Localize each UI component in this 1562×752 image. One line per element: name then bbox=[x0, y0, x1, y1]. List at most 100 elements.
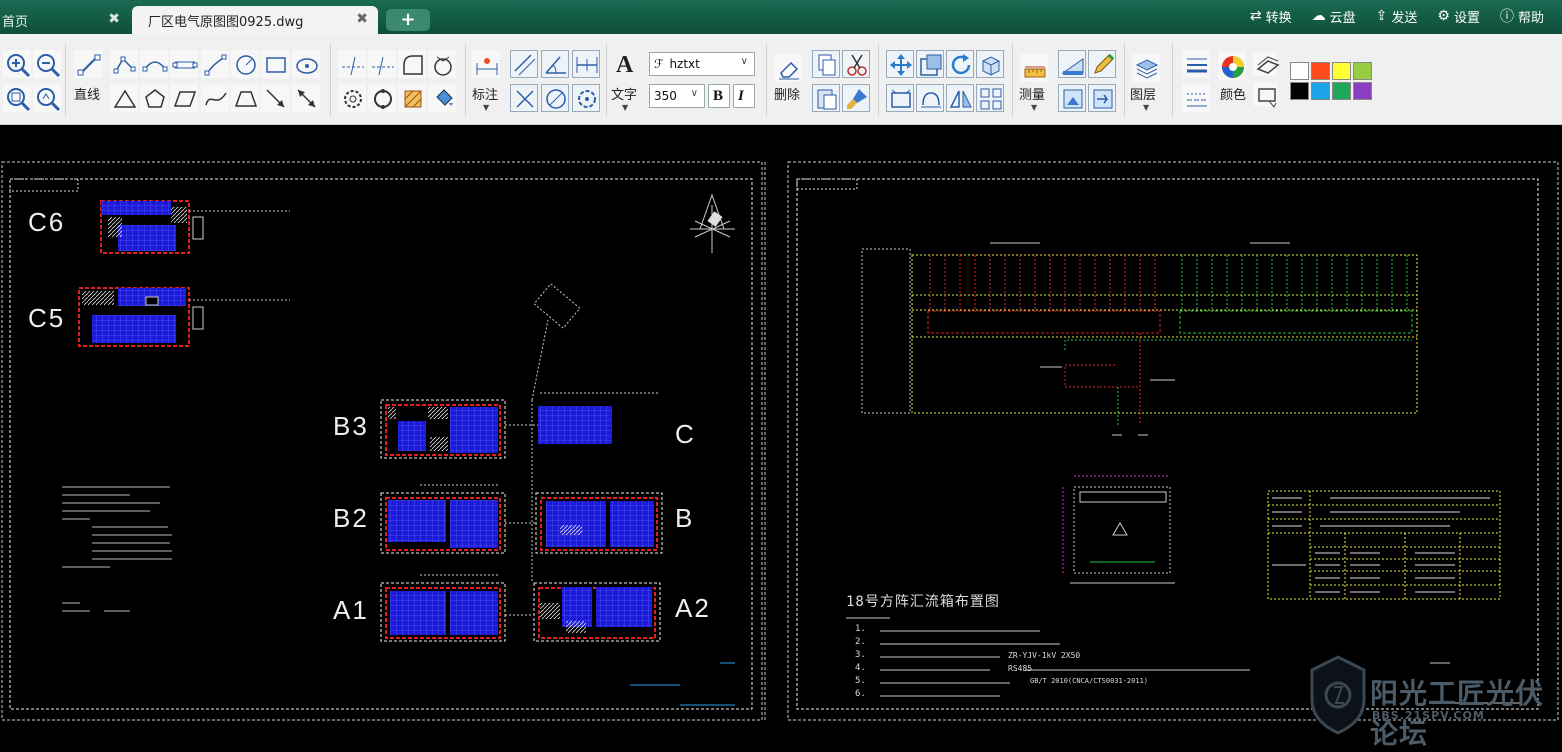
freehand-button[interactable] bbox=[201, 84, 229, 112]
new-tab-button[interactable]: + bbox=[386, 9, 430, 31]
mirror-button[interactable] bbox=[946, 84, 974, 112]
scale-button[interactable] bbox=[916, 50, 944, 78]
parallelogram-button[interactable] bbox=[170, 84, 198, 112]
chevron-down-icon[interactable]: ▼ bbox=[1031, 103, 1037, 112]
help-button[interactable]: ⓘ 帮助 bbox=[1500, 6, 1544, 26]
paste-button[interactable] bbox=[812, 84, 840, 112]
color-swatch-blue[interactable] bbox=[1311, 82, 1330, 100]
font-value: hztxt bbox=[669, 57, 700, 71]
linear-dimension-button[interactable] bbox=[572, 50, 600, 78]
mirror-icon bbox=[949, 90, 972, 108]
3d-view-button[interactable] bbox=[976, 50, 1004, 78]
zoom-in-button[interactable] bbox=[3, 50, 31, 78]
zoom-window-button[interactable] bbox=[33, 84, 61, 112]
color-swatch-white[interactable] bbox=[1290, 62, 1309, 80]
color-swatch-darkgreen[interactable] bbox=[1332, 82, 1351, 100]
arc-button[interactable] bbox=[201, 50, 229, 78]
export-arrow-icon bbox=[1093, 89, 1113, 109]
title-bar: 首页 ✖ 厂区电气原图图0925.dwg ✖ + ⇄ 转换 ☁ 云盘 ⇪ 发送 … bbox=[0, 0, 1562, 34]
eraser-icon bbox=[779, 61, 799, 80]
spline-button[interactable] bbox=[140, 50, 168, 78]
import-button[interactable] bbox=[1058, 84, 1086, 112]
color-swatch-purple[interactable] bbox=[1353, 82, 1372, 100]
diameter-dimension-button[interactable] bbox=[541, 84, 569, 112]
cloud-shape-button[interactable] bbox=[292, 50, 320, 78]
text-icon[interactable]: A bbox=[616, 52, 633, 79]
trim-button[interactable] bbox=[338, 50, 366, 78]
explode-button[interactable] bbox=[916, 84, 944, 112]
spline-icon bbox=[142, 61, 168, 72]
settings-button[interactable]: ⚙ 设置 bbox=[1437, 7, 1480, 26]
diameter-dim-icon bbox=[546, 89, 566, 109]
export-button[interactable] bbox=[1088, 84, 1116, 112]
triangle-button[interactable] bbox=[110, 84, 138, 112]
hatch-button[interactable] bbox=[398, 84, 426, 112]
leader-button[interactable] bbox=[292, 84, 320, 112]
chamfer-button[interactable] bbox=[428, 50, 456, 78]
color-swatch-green[interactable] bbox=[1353, 62, 1372, 80]
markup-pen-button[interactable] bbox=[1088, 50, 1116, 78]
chevron-down-icon[interactable]: ▼ bbox=[483, 103, 489, 112]
chamfer-icon bbox=[434, 56, 452, 76]
cloud-button[interactable]: ☁ 云盘 bbox=[1312, 7, 1356, 26]
tab-home[interactable]: 首页 ✖ bbox=[0, 6, 130, 34]
dimension-button[interactable] bbox=[472, 50, 500, 78]
circle-button[interactable] bbox=[231, 50, 259, 78]
arrow-line-button[interactable] bbox=[261, 84, 289, 112]
extend-button[interactable] bbox=[368, 50, 396, 78]
drawing-canvas[interactable]: C6 C5 B3 B2 A1 C B A2 18号方阵汇流箱布置图 1. 2. … bbox=[0, 125, 1562, 750]
double-line-button[interactable] bbox=[170, 50, 198, 78]
zoom-out-button[interactable] bbox=[33, 50, 61, 78]
center-mark-button[interactable] bbox=[572, 84, 600, 112]
match-properties-button[interactable] bbox=[842, 84, 870, 112]
polygon-button[interactable] bbox=[140, 84, 168, 112]
chevron-down-icon[interactable]: ▼ bbox=[622, 103, 628, 112]
layer-tag-button[interactable] bbox=[1253, 82, 1277, 108]
font-select[interactable]: ℱhztxt ∨ bbox=[649, 52, 755, 76]
color-swatch-red[interactable] bbox=[1311, 62, 1330, 80]
rotate-button[interactable] bbox=[946, 50, 974, 78]
delete-button[interactable] bbox=[774, 54, 802, 82]
area-measure-button[interactable] bbox=[1058, 50, 1086, 78]
layer-button[interactable] bbox=[1132, 54, 1160, 82]
angle-dim-icon bbox=[545, 56, 566, 74]
bold-button[interactable]: B bbox=[708, 84, 730, 108]
lineweight-button[interactable] bbox=[1182, 50, 1210, 78]
fillet-button[interactable] bbox=[398, 50, 426, 78]
measure-button[interactable] bbox=[1020, 54, 1048, 82]
chevron-down-icon[interactable]: ▼ bbox=[1143, 103, 1149, 112]
line-button[interactable] bbox=[74, 50, 102, 78]
array-button[interactable] bbox=[976, 84, 1004, 112]
section-label-b: B bbox=[675, 503, 695, 533]
tab-drawing[interactable]: 厂区电气原图图0925.dwg ✖ bbox=[132, 6, 378, 34]
zoom-extents-button[interactable] bbox=[3, 84, 31, 112]
close-icon[interactable]: ✖ bbox=[356, 11, 368, 27]
color-swatch-black[interactable] bbox=[1290, 82, 1309, 100]
linetype-button[interactable] bbox=[1182, 84, 1210, 112]
aligned-dimension-button[interactable] bbox=[510, 50, 538, 78]
send-button[interactable]: ⇪ 发送 bbox=[1376, 7, 1418, 26]
copy-button[interactable] bbox=[812, 50, 840, 78]
copy-icon bbox=[818, 54, 836, 76]
angular-dimension-button[interactable] bbox=[541, 50, 569, 78]
polyline-button[interactable] bbox=[110, 50, 138, 78]
italic-button[interactable]: I bbox=[733, 84, 755, 108]
section-label-a1: A1 bbox=[333, 595, 369, 625]
image-import-icon bbox=[1063, 89, 1083, 109]
color-swatch-yellow[interactable] bbox=[1332, 62, 1351, 80]
rotate-copy-button[interactable] bbox=[368, 84, 396, 112]
radius-dimension-button[interactable] bbox=[510, 84, 538, 112]
convert-button[interactable]: ⇄ 转换 bbox=[1250, 7, 1292, 26]
trapezoid-button[interactable] bbox=[231, 84, 259, 112]
fill-button[interactable] bbox=[428, 84, 456, 112]
move-button[interactable] bbox=[886, 50, 914, 78]
color-wheel-button[interactable] bbox=[1218, 52, 1246, 80]
text-size-select[interactable]: 350 ∨ bbox=[649, 84, 705, 108]
layer-state-button[interactable] bbox=[1253, 52, 1280, 76]
tab-home-label: 首页 bbox=[2, 14, 29, 30]
rectangle-button[interactable] bbox=[261, 50, 289, 78]
offset-button[interactable] bbox=[338, 84, 366, 112]
close-icon[interactable]: ✖ bbox=[108, 11, 120, 27]
cut-button[interactable] bbox=[842, 50, 870, 78]
stretch-button[interactable] bbox=[886, 84, 914, 112]
